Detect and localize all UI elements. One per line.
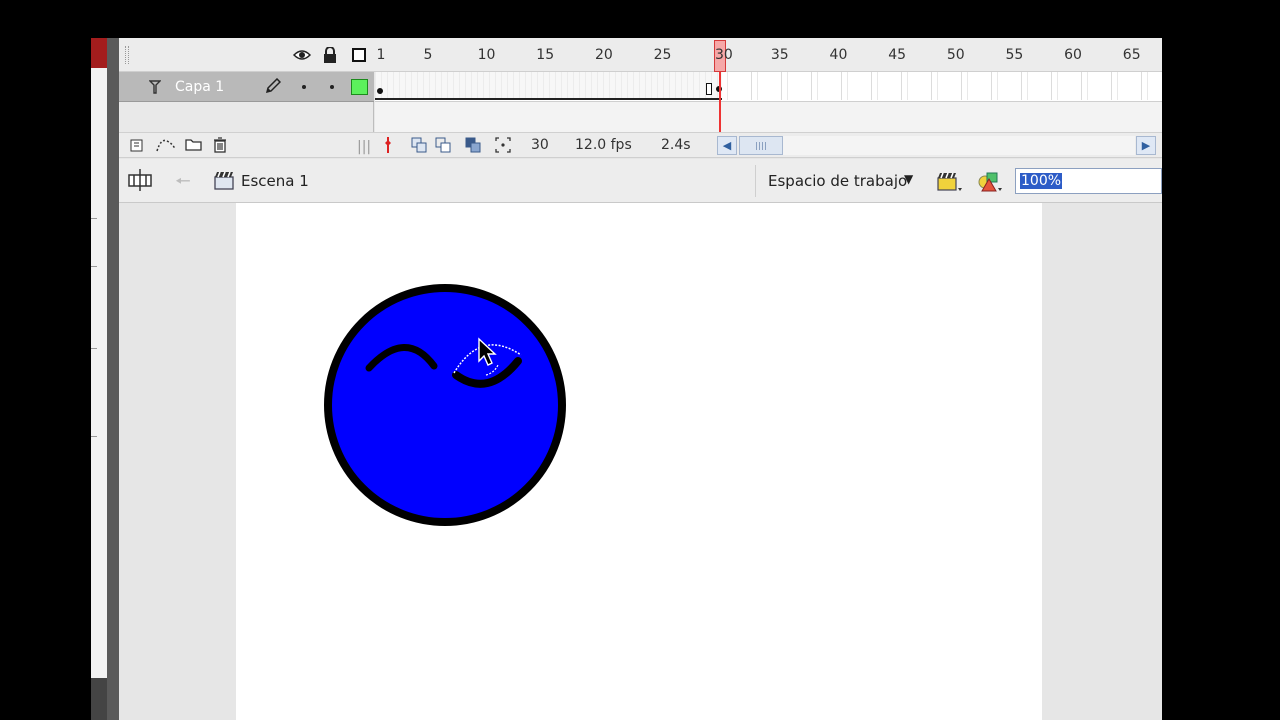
left-panel-mark (91, 266, 97, 267)
center-frame-icon[interactable] (383, 137, 393, 157)
pencil-icon (265, 77, 282, 98)
pasteboard (119, 203, 1162, 720)
workspace-menu[interactable]: Espacio de trabajo (768, 172, 907, 190)
left-panel-strip (91, 38, 107, 720)
timeline-scroll-track[interactable] (783, 136, 1135, 155)
outline-square-icon[interactable] (350, 46, 368, 64)
panel-grip[interactable] (125, 46, 129, 64)
frame-number: 20 (594, 47, 613, 63)
tween-span[interactable] (375, 72, 722, 100)
new-layer-icon[interactable] (129, 137, 145, 157)
chevron-down-icon[interactable]: ▼ (904, 172, 913, 186)
frame-number: 45 (888, 47, 907, 63)
motion-guide-icon[interactable] (155, 137, 177, 157)
edit-multiple-frames-icon[interactable] (465, 137, 481, 157)
left-panel-mark (91, 218, 97, 219)
left-panel-mark (91, 436, 97, 437)
stage-canvas[interactable] (236, 203, 1042, 720)
frame-number: 55 (1005, 47, 1024, 63)
current-frame-readout: 30 (531, 137, 549, 153)
frame-end-marker[interactable] (706, 83, 712, 95)
frame-rate-readout[interactable]: 12.0 fps (575, 137, 632, 153)
scroll-left-button[interactable]: ◀ (717, 136, 737, 155)
layer-visibility-dot[interactable] (302, 85, 306, 89)
frame-number: 40 (829, 47, 848, 63)
frame-number: 35 (770, 47, 789, 63)
layer-icon (148, 80, 162, 98)
edit-bar: 🠔 Escena 1 Espacio de trabajo ▼ 100% (119, 159, 1162, 203)
frame-number: 60 (1064, 47, 1082, 63)
frame-number: 65 (1122, 47, 1141, 63)
footer-grip-icon: ||| (357, 139, 372, 155)
flash-editor: 15101520253035404550556065 30 Capa 1 (119, 38, 1162, 720)
back-arrow-icon[interactable]: 🠔 (175, 169, 191, 199)
zoom-value: 100% (1020, 173, 1063, 189)
timeline-layer-row: Capa 1 (119, 72, 1162, 102)
keyframe-start[interactable] (377, 88, 383, 94)
blue-face-shape[interactable] (324, 284, 566, 526)
frame-number: 15 (536, 47, 555, 63)
frames-empty (375, 102, 1162, 132)
playhead-line (719, 72, 721, 132)
onion-skin-outlines-icon[interactable] (435, 137, 451, 157)
clapperboard-icon (214, 170, 234, 190)
zoom-input[interactable]: 100% (1015, 168, 1162, 194)
layer-lock-dot[interactable] (330, 85, 334, 89)
layer-name: Capa 1 (175, 79, 225, 95)
lock-icon[interactable] (321, 46, 339, 64)
frame-number: 50 (946, 47, 965, 63)
onion-skin-icon[interactable] (411, 137, 427, 157)
timeline-toggle-icon[interactable] (127, 168, 153, 192)
trash-icon[interactable] (213, 137, 227, 157)
left-panel-footer (91, 678, 107, 720)
elapsed-time-readout: 2.4s (661, 137, 691, 153)
edit-bar-divider (755, 165, 756, 197)
panel-gap (107, 38, 119, 720)
timeline-scroll-thumb[interactable] (739, 136, 783, 155)
eye-icon[interactable] (293, 46, 311, 64)
frame-number: 25 (653, 47, 672, 63)
empty-frames[interactable] (722, 72, 1162, 100)
left-panel-tab[interactable] (91, 38, 107, 68)
frame-number: 5 (423, 47, 433, 63)
layer-frames[interactable] (375, 72, 1162, 102)
timeline-header: 15101520253035404550556065 (119, 38, 1162, 72)
layer-capa-1[interactable]: Capa 1 (119, 72, 374, 102)
folder-icon[interactable] (185, 137, 202, 155)
timeline-footer: ||| 30 12.0 fps 2.4s ◀ ▶ (119, 132, 1162, 158)
frame-number: 1 (376, 47, 386, 63)
left-panel-mark (91, 348, 97, 349)
scene-name-label[interactable]: Escena 1 (241, 172, 309, 190)
layer-outline-color-swatch[interactable] (351, 79, 368, 95)
layer-list-empty (119, 102, 374, 132)
edit-scene-icon[interactable] (937, 169, 962, 193)
frame-number: 10 (477, 47, 496, 63)
scroll-right-button[interactable]: ▶ (1136, 136, 1156, 155)
playhead-frame-label: 30 (715, 47, 733, 63)
stage-drawing (324, 284, 566, 526)
modify-onion-markers-icon[interactable] (495, 137, 511, 157)
edit-symbols-icon[interactable] (977, 169, 1002, 193)
